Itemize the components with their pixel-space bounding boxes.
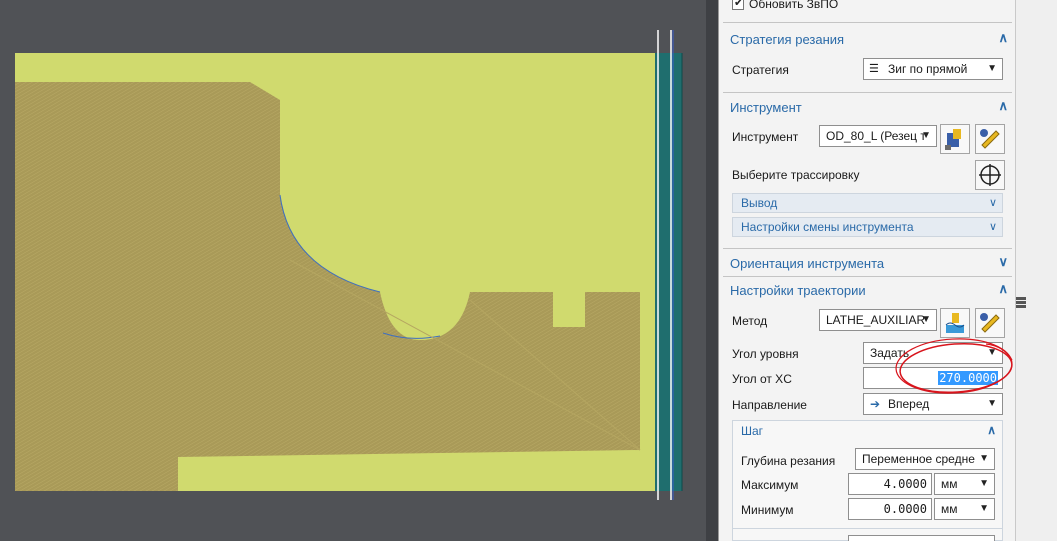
tool-dropdown[interactable]: OD_80_L (Резец т ▼ bbox=[819, 125, 937, 147]
cut-depth-value: Переменное средне bbox=[862, 452, 975, 466]
min-label: Минимум bbox=[741, 503, 794, 517]
graphics-viewport[interactable] bbox=[0, 0, 718, 541]
max-unit-dropdown[interactable]: мм ▼ bbox=[934, 473, 995, 495]
strategy-label: Стратегия bbox=[732, 63, 789, 77]
tool-change-title: Настройки смены инструмента bbox=[741, 220, 914, 234]
expand-tool-orientation-icon[interactable]: ∨ bbox=[998, 254, 1008, 270]
min-value: 0.0000 bbox=[883, 502, 927, 516]
chevron-down-icon: ▼ bbox=[979, 478, 989, 489]
chevron-down-icon: ▼ bbox=[921, 314, 931, 325]
subsection-output[interactable]: Вывод ∨ bbox=[732, 193, 1003, 213]
edit-tool-button[interactable] bbox=[940, 124, 970, 154]
method-dropdown[interactable]: LATHE_AUXILIAR ▼ bbox=[819, 309, 937, 331]
angle-from-xc-label: Угол от XC bbox=[732, 372, 792, 386]
section-path-settings-title[interactable]: Настройки траектории bbox=[730, 283, 866, 298]
chevron-down-icon: ▼ bbox=[921, 130, 931, 141]
tool-value: OD_80_L (Резец т bbox=[826, 129, 926, 143]
cut-depth-label: Глубина резания bbox=[741, 454, 836, 468]
tool-label: Инструмент bbox=[732, 130, 799, 144]
min-input[interactable]: 0.0000 bbox=[848, 498, 932, 520]
step-title[interactable]: Шаг bbox=[741, 424, 763, 438]
scrollbar-grip-icon[interactable]: ▬ ▬ ▬ bbox=[1016, 293, 1026, 311]
partial-dropdown[interactable] bbox=[848, 535, 995, 541]
step-group: Шаг ∧ Глубина резания Переменное средне … bbox=[732, 420, 1003, 541]
section-cut-strategy-title[interactable]: Стратегия резания bbox=[730, 32, 844, 47]
panel-scrollbar[interactable] bbox=[1015, 0, 1057, 541]
tool-holder-icon bbox=[945, 129, 961, 150]
collapse-step-icon[interactable]: ∧ bbox=[987, 423, 996, 437]
direction-label: Направление bbox=[732, 398, 807, 412]
zig-strategy-icon: ☰ bbox=[869, 63, 879, 75]
method-value: LATHE_AUXILIAR bbox=[826, 313, 926, 327]
annotation-circle bbox=[895, 338, 1013, 394]
chevron-down-icon: ▼ bbox=[979, 453, 989, 464]
chevron-down-icon: ▼ bbox=[987, 63, 997, 74]
operation-dialog: ✔ Обновить ЗвПО Стратегия резания ∧ Стра… bbox=[718, 0, 1016, 541]
collapse-path-settings-icon[interactable]: ∧ bbox=[998, 281, 1008, 297]
wrench-icon bbox=[980, 129, 1000, 149]
cut-depth-dropdown[interactable]: Переменное средне ▼ bbox=[855, 448, 995, 470]
section-tool-orientation-title[interactable]: Ориентация инструмента bbox=[730, 256, 884, 271]
collapse-cut-strategy-icon[interactable]: ∧ bbox=[998, 30, 1008, 46]
new-tool-button[interactable] bbox=[975, 124, 1005, 154]
crosshair-icon bbox=[979, 164, 1001, 186]
section-tool-title[interactable]: Инструмент bbox=[730, 100, 802, 115]
chevron-down-icon: ∨ bbox=[988, 221, 997, 233]
update-ipw-checkbox[interactable]: ✔ bbox=[732, 0, 744, 10]
output-title: Вывод bbox=[741, 196, 778, 210]
min-unit-value: мм bbox=[941, 502, 958, 516]
select-tracking-button[interactable] bbox=[975, 160, 1005, 190]
chevron-down-icon: ▼ bbox=[979, 503, 989, 514]
select-tracking-label: Выберите трассировку bbox=[732, 168, 860, 182]
lathe-model-view[interactable] bbox=[0, 0, 718, 541]
divider bbox=[733, 528, 1002, 529]
update-ipw-label: Обновить ЗвПО bbox=[749, 0, 839, 11]
level-angle-label: Угол уровня bbox=[732, 347, 799, 361]
arrow-right-icon: ➔ bbox=[870, 397, 881, 411]
collapse-tool-icon[interactable]: ∧ bbox=[998, 98, 1008, 114]
panel-gutter bbox=[706, 0, 718, 541]
strategy-dropdown[interactable]: ☰ Зиг по прямой ▼ bbox=[863, 58, 1003, 80]
subsection-tool-change[interactable]: Настройки смены инструмента ∨ bbox=[732, 217, 1003, 237]
max-value: 4.0000 bbox=[883, 477, 927, 491]
max-unit-value: мм bbox=[941, 477, 958, 491]
min-unit-dropdown[interactable]: мм ▼ bbox=[934, 498, 995, 520]
chevron-down-icon: ∨ bbox=[988, 197, 997, 209]
max-input[interactable]: 4.0000 bbox=[848, 473, 932, 495]
max-label: Максимум bbox=[741, 478, 799, 492]
method-label: Метод bbox=[732, 314, 768, 328]
strategy-value: Зиг по прямой bbox=[888, 62, 968, 76]
tool-holder bbox=[655, 53, 682, 491]
